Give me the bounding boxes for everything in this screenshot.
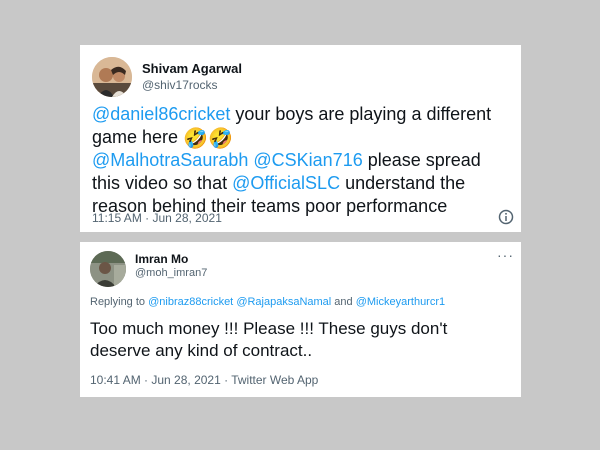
tweet-timestamp[interactable]: 10:41 AM · Jun 28, 2021 · Twitter Web Ap… (90, 373, 318, 387)
display-name[interactable]: Shivam Agarwal (142, 61, 242, 76)
info-circle-icon[interactable] (498, 209, 514, 225)
tweet-card[interactable]: Imran Mo @moh_imran7 ··· Replying to @ni… (80, 242, 521, 397)
user-handle[interactable]: @shiv17rocks (142, 78, 218, 92)
laughing-emoji-icon: 🤣🤣 (183, 128, 233, 150)
more-options-icon[interactable]: ··· (497, 247, 514, 263)
mention-link[interactable]: @OfficialSLC (232, 173, 340, 193)
reply-mention-link[interactable]: @Mickeyarthurcr1 (356, 296, 445, 308)
mention-link[interactable]: @MalhotraSaurabh (92, 150, 248, 170)
reply-and: and (331, 296, 356, 308)
tweet-card[interactable]: Shivam Agarwal @shiv17rocks @daniel86cri… (80, 45, 521, 232)
avatar-photo-icon (92, 57, 132, 97)
mention-link[interactable]: @daniel86cricket (92, 104, 230, 124)
reply-mention-link[interactable]: @nibraz88cricket (148, 296, 233, 308)
user-handle[interactable]: @moh_imran7 (135, 267, 207, 279)
reply-mention-link[interactable]: @RajapaksaNamal (236, 296, 331, 308)
replying-to: Replying to @nibraz88cricket @RajapaksaN… (90, 296, 445, 308)
tweet-text: @daniel86cricket your boys are playing a… (92, 103, 512, 218)
tweet-timestamp[interactable]: 11:15 AM · Jun 28, 2021 (92, 211, 222, 225)
avatar[interactable] (90, 251, 126, 287)
replying-prefix: Replying to (90, 296, 149, 308)
tweet-text: Too much money !!! Please !!! These guys… (90, 319, 448, 360)
avatar[interactable] (92, 57, 132, 97)
avatar-photo-icon (90, 251, 126, 287)
mention-link[interactable]: @CSKian716 (253, 150, 362, 170)
display-name[interactable]: Imran Mo (135, 252, 188, 266)
